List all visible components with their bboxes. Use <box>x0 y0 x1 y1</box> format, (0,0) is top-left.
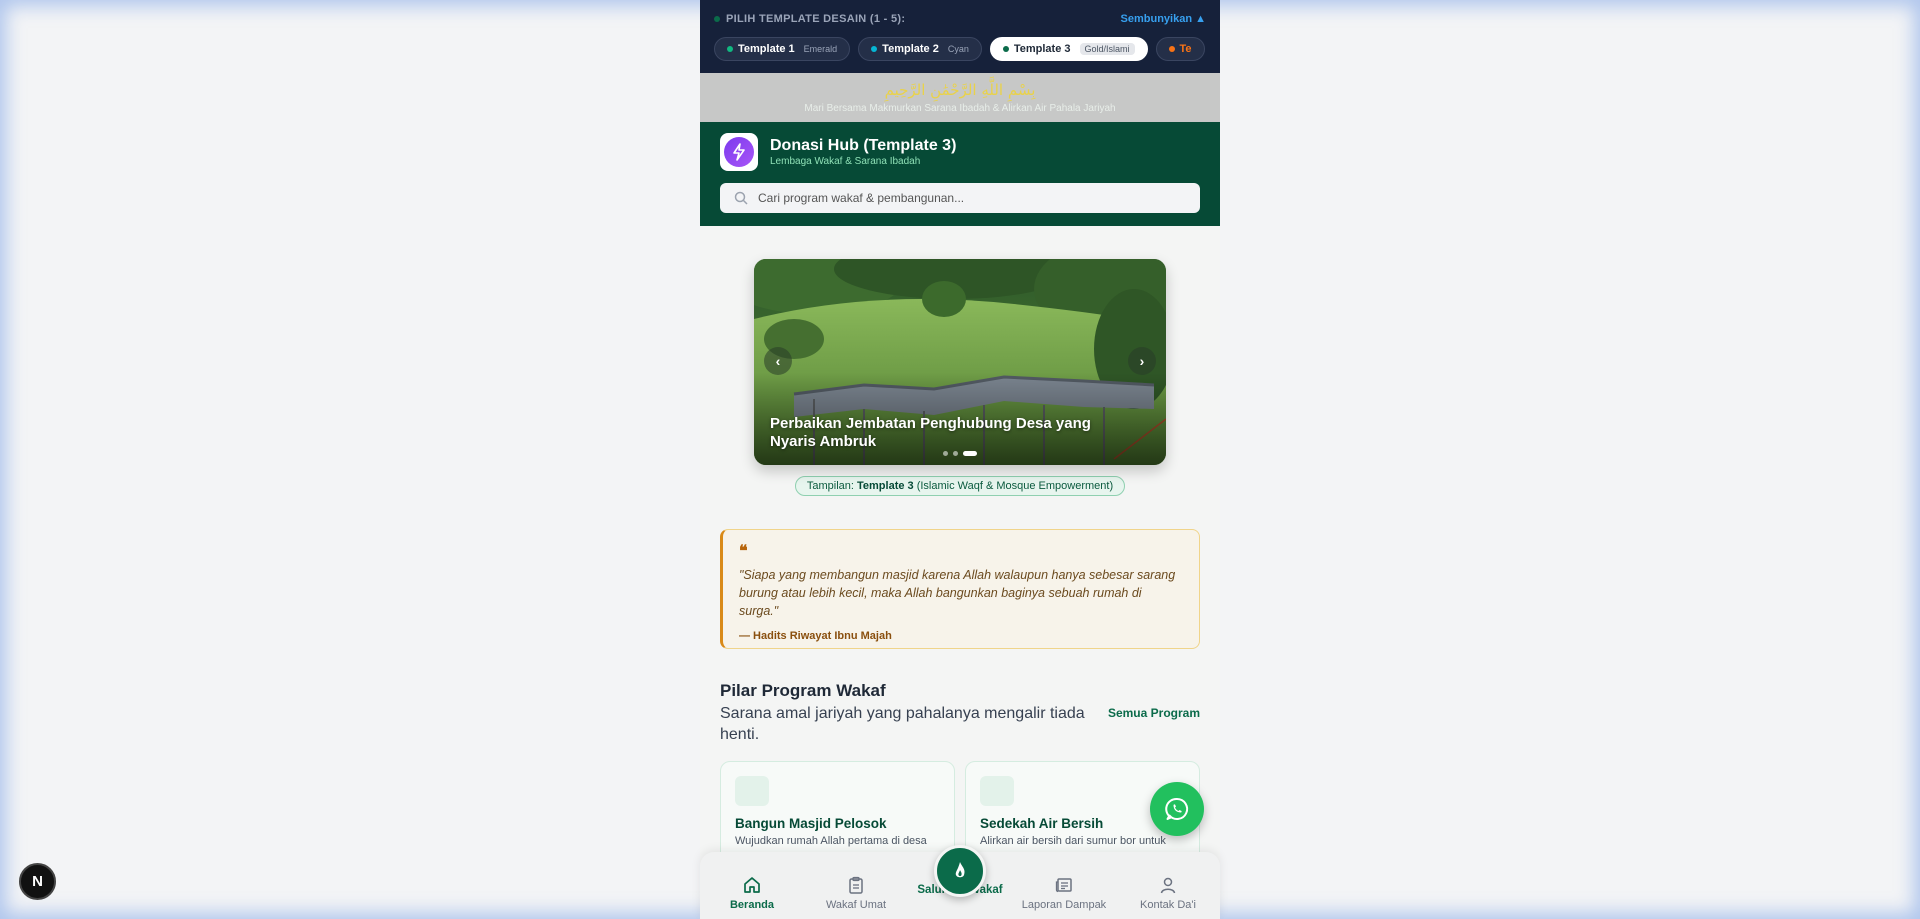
program-icon <box>980 776 1014 806</box>
hadith-text: "Siapa yang membangun masjid karena Alla… <box>739 568 1176 618</box>
template-chip-2[interactable]: Template 2 Cyan <box>858 37 982 61</box>
whatsapp-button[interactable] <box>1150 782 1204 836</box>
brand-logo <box>720 133 758 171</box>
hide-templates-button[interactable]: Sembunyikan ▲ <box>1121 13 1206 25</box>
donate-fab-button[interactable] <box>934 845 986 897</box>
user-icon <box>1160 877 1176 894</box>
search-icon <box>734 191 748 205</box>
bismillah-subtitle: Mari Bersama Makmurkan Sarana Ibadah & A… <box>804 103 1116 114</box>
carousel-dot-active[interactable] <box>963 451 977 456</box>
chip-name: Template 1 <box>738 43 795 55</box>
home-icon <box>744 877 760 893</box>
cyan-dot-icon <box>871 46 878 52</box>
hero-carousel[interactable]: ‹ › Perbaikan Jembatan Penghubung Desa y… <box>754 259 1166 465</box>
hadith-quote-card: ❝ "Siapa yang membangun masjid karena Al… <box>720 529 1200 649</box>
search-placeholder: Cari program wakaf & pembangunan... <box>758 191 965 205</box>
section-subtitle: Sarana amal jariyah yang pahalanya menga… <box>720 705 1085 743</box>
nav-item-salurkan-wakaf[interactable]: Salurkan Wakaf <box>908 845 1012 911</box>
template-chip-4[interactable]: Te <box>1155 37 1205 61</box>
program-desc: Alirkan air bersih dari sumur bor untuk <box>980 835 1166 847</box>
nav-item-beranda[interactable]: Beranda <box>700 876 804 911</box>
nav-label: Beranda <box>729 899 775 911</box>
clipboard-icon <box>849 876 863 894</box>
template-selector-bar: PILIH TEMPLATE DESAIN (1 - 5): Sembunyik… <box>700 0 1220 73</box>
carousel-next-button[interactable]: › <box>1128 347 1156 375</box>
template-chip-list: Template 1 Emerald Template 2 Cyan Templ… <box>714 37 1206 61</box>
carousel-prev-button[interactable]: ‹ <box>764 347 792 375</box>
chip-name: Te <box>1179 43 1192 55</box>
chip-tag: Emerald <box>803 44 838 54</box>
newspaper-icon <box>1055 878 1072 893</box>
nav-label: Wakaf Umat <box>825 899 887 911</box>
bolt-icon <box>733 143 745 161</box>
chip-tag: Gold/Islami <box>1079 43 1135 55</box>
chip-name: Template 3 <box>1013 43 1071 55</box>
program-desc: Wujudkan rumah Allah pertama di desa <box>735 835 927 847</box>
all-programs-link[interactable]: Semua Program <box>1108 706 1200 720</box>
search-input[interactable]: Cari program wakaf & pembangunan... <box>720 183 1200 213</box>
chip-tag: Cyan <box>947 44 969 54</box>
template-chip-3[interactable]: Template 3 Gold/Islami <box>989 37 1148 61</box>
template-selector-title: PILIH TEMPLATE DESAIN (1 - 5): <box>714 13 905 25</box>
carousel-dot[interactable] <box>943 451 948 456</box>
program-icon <box>735 776 769 806</box>
hadith-source: — Hadits Riwayat Ibnu Majah <box>739 630 892 642</box>
section-title: Pilar Program Wakaf <box>720 681 886 700</box>
bottom-navigation: Beranda Wakaf Umat Salurkan Wakaf Lapora… <box>700 845 1220 919</box>
status-dot-icon <box>714 16 720 22</box>
orange-dot-icon <box>1168 46 1175 52</box>
quote-icon: ❝ <box>739 543 748 560</box>
nav-label: Kontak Da'i <box>1140 899 1196 911</box>
bismillah-banner: بِسْمِ اللَّهِ الرَّحْمَٰنِ الرَّحِيمِ M… <box>700 73 1220 122</box>
template-chip-1[interactable]: Template 1 Emerald <box>714 37 851 61</box>
emerald-dot-icon <box>727 46 733 52</box>
hero-title: Perbaikan Jembatan Penghubung Desa yang … <box>770 415 1091 450</box>
program-pillars-section: Pilar Program Wakaf Sarana amal jariyah … <box>720 681 1200 871</box>
bismillah-arabic: بِسْمِ اللَّهِ الرَّحْمَٰنِ الرَّحِيمِ <box>884 81 1036 99</box>
program-title: Bangun Masjid Pelosok <box>735 816 887 831</box>
nav-label: Laporan Dampak <box>1021 899 1107 911</box>
nav-item-laporan-dampak[interactable]: Laporan Dampak <box>1012 876 1116 911</box>
green-dot-icon <box>1002 46 1009 52</box>
nav-item-kontak-dai[interactable]: Kontak Da'i <box>1116 876 1220 911</box>
flame-icon <box>955 862 965 878</box>
app-header: Donasi Hub (Template 3) Lembaga Wakaf & … <box>700 122 1220 226</box>
app-container: PILIH TEMPLATE DESAIN (1 - 5): Sembunyik… <box>700 0 1220 919</box>
nav-item-wakaf-umat[interactable]: Wakaf Umat <box>804 876 908 911</box>
carousel-indicators <box>943 451 977 456</box>
template-indicator-badge: Tampilan: Template 3 (Islamic Waqf & Mos… <box>794 476 1126 496</box>
carousel-dot[interactable] <box>953 451 958 456</box>
brand-name: Donasi Hub (Template 3) <box>770 137 957 154</box>
chip-name: Template 2 <box>882 43 939 55</box>
dev-tools-badge[interactable]: N <box>19 863 56 900</box>
brand-tagline: Lembaga Wakaf & Sarana Ibadah <box>770 156 921 167</box>
whatsapp-icon <box>1165 797 1189 820</box>
brand[interactable]: Donasi Hub (Template 3) Lembaga Wakaf & … <box>720 133 1200 171</box>
